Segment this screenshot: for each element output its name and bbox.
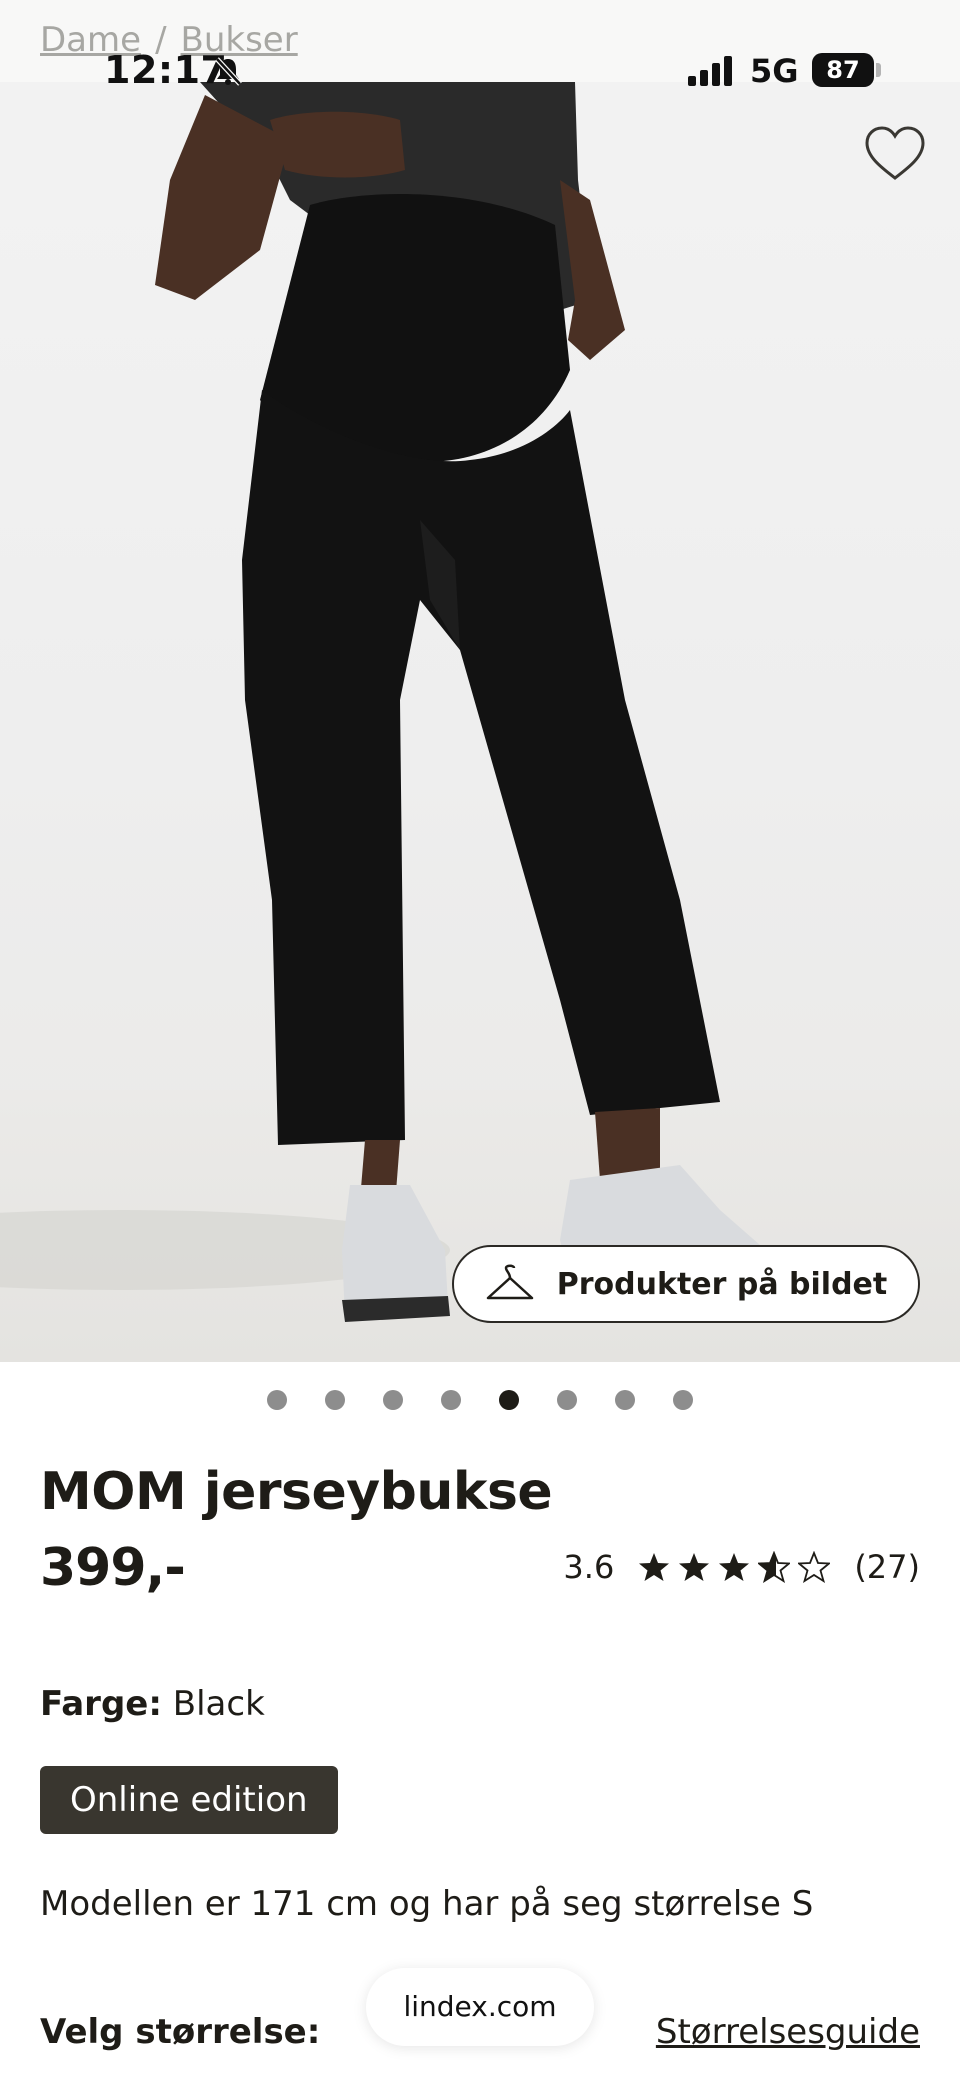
star-filled-icon [679, 1553, 710, 1581]
carousel-dot[interactable] [673, 1390, 693, 1410]
color-selection: Farge: Black [40, 1684, 265, 1724]
battery-icon: 87 [812, 53, 874, 87]
browser-url-bar[interactable]: lindex.com [366, 1968, 594, 2046]
color-value: Black [172, 1684, 265, 1724]
rating-count: (27) [854, 1548, 920, 1586]
product-image[interactable] [0, 0, 960, 1362]
carousel-dot[interactable] [441, 1390, 461, 1410]
products-in-image-button[interactable]: Produkter på bildet [452, 1245, 920, 1323]
bell-muted-icon [215, 57, 242, 86]
network-type: 5G [750, 52, 799, 90]
carousel-dot[interactable] [325, 1390, 345, 1410]
star-filled-icon [639, 1553, 670, 1581]
product-rating[interactable]: 3.6 (27) [563, 1548, 920, 1586]
carousel-dot[interactable] [615, 1390, 635, 1410]
star-half-icon [758, 1551, 791, 1583]
status-time: 12:17 [104, 48, 228, 92]
products-in-image-label: Produkter på bildet [556, 1266, 888, 1302]
size-guide-link[interactable]: Størrelsesguide [656, 2012, 920, 2052]
online-edition-badge: Online edition [40, 1766, 338, 1834]
signal-icon [688, 56, 732, 86]
product-title: MOM jerseybukse [40, 1462, 553, 1522]
model-info-text: Modellen er 171 cm og har på seg størrel… [40, 1884, 814, 1924]
size-select-label: Velg størrelse: [40, 2012, 321, 2052]
carousel-dot-active[interactable] [499, 1390, 519, 1410]
heart-outline-icon[interactable] [862, 124, 928, 184]
star-empty-icon [798, 1551, 831, 1583]
model-figure [0, 82, 760, 1322]
rating-score: 3.6 [563, 1548, 615, 1586]
color-label: Farge: [40, 1684, 162, 1724]
battery-tip [876, 63, 881, 77]
rating-stars [638, 1551, 831, 1583]
product-price: 399,- [40, 1538, 186, 1598]
carousel-dot[interactable] [383, 1390, 403, 1410]
carousel-dot[interactable] [267, 1390, 287, 1410]
carousel-dot[interactable] [557, 1390, 577, 1410]
image-carousel-indicator [0, 1390, 960, 1412]
star-filled-icon [719, 1553, 750, 1581]
hanger-icon [486, 1264, 534, 1300]
